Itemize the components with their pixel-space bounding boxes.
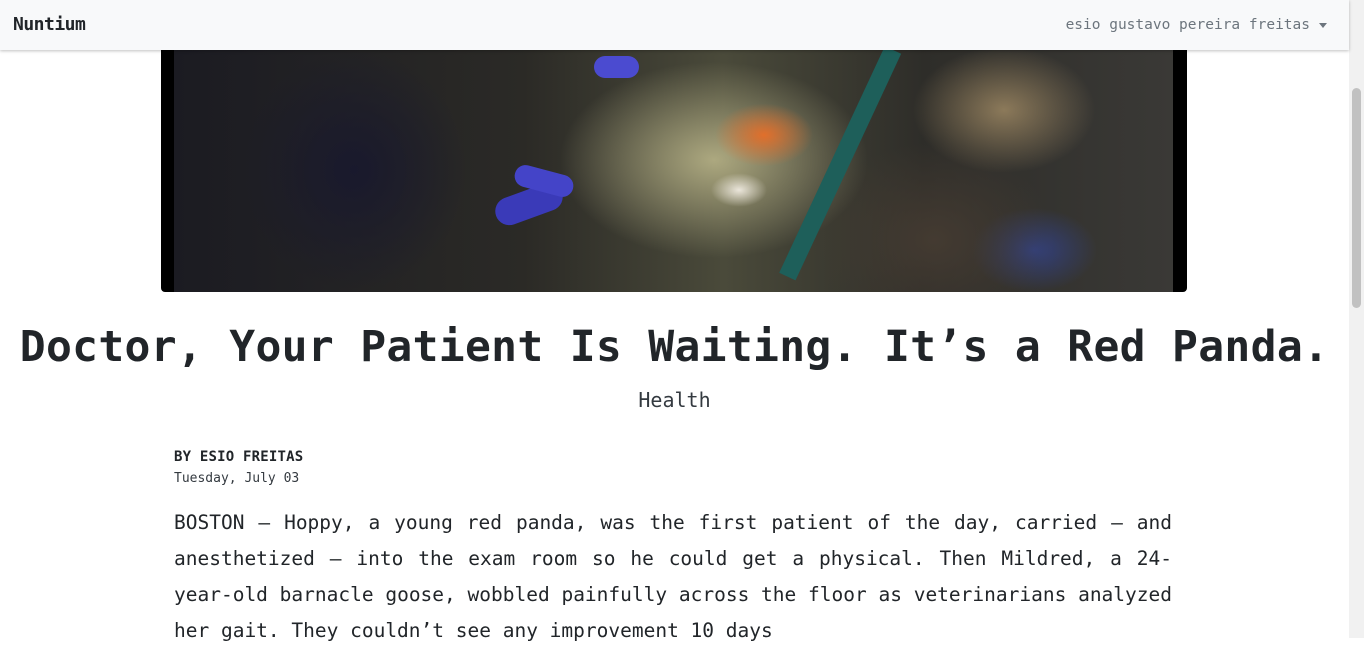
brand-logo-link[interactable]: Nuntium	[13, 14, 86, 35]
article-body: BOSTON — Hoppy, a young red panda, was t…	[174, 511, 1172, 642]
article-hero-image	[161, 50, 1187, 292]
top-navbar: Nuntium esio gustavo pereira freitas	[0, 0, 1349, 50]
article-byline: BY ESIO FREITAS	[174, 449, 304, 465]
photo-detail-glove	[594, 56, 639, 78]
page-scrollbar[interactable]	[1349, 0, 1364, 638]
user-name[interactable]: esio gustavo pereira freitas	[1066, 17, 1310, 33]
user-menu-dropdown[interactable]: esio gustavo pereira freitas	[1066, 17, 1327, 33]
article-date: Tuesday, July 03	[174, 471, 300, 486]
article-headline: Doctor, Your Patient Is Waiting. It’s a …	[19, 322, 1330, 372]
scrollbar-thumb[interactable]	[1352, 88, 1361, 308]
caret-down-icon[interactable]	[1319, 22, 1327, 28]
photo-detail-pole	[779, 50, 902, 281]
red-panda-exam-photo	[174, 50, 1173, 292]
article-category: Health	[638, 388, 711, 412]
